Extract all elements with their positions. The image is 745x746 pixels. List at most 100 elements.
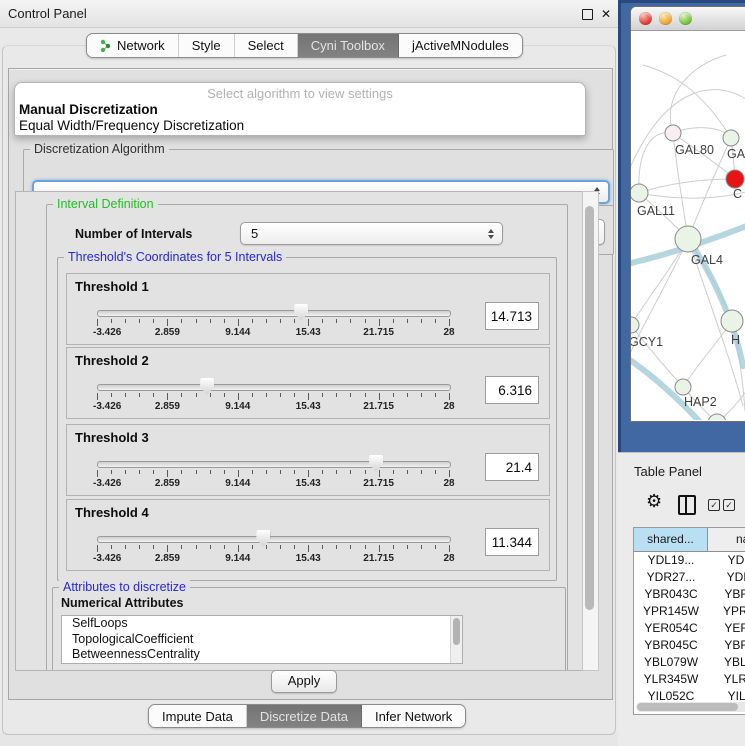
network-edge[interactable] [639,133,673,193]
network-edge[interactable] [643,65,731,138]
table-cell[interactable]: YBR043C [634,586,708,603]
table-row[interactable]: YDR27...YDR27... [634,569,745,586]
tab-infer-network[interactable]: Infer Network [362,705,465,727]
column-header-name[interactable]: name [708,528,745,551]
table-cell[interactable]: YDL19... [634,552,708,569]
numerical-attributes-list[interactable]: SelfLoopsTopologicalCoefficientBetweenne… [61,615,463,664]
network-canvas[interactable]: GAL80GACGAL11GAL4GCY1HHAP2 [631,31,745,420]
threshold-2-slider[interactable] [97,384,451,391]
tab-select[interactable]: Select [235,34,298,57]
table-cell[interactable]: YBL079W [708,654,745,671]
threshold-1-slider[interactable] [97,310,451,317]
checkbox-icon[interactable]: ✓ [708,499,720,511]
network-edge[interactable] [639,191,745,198]
threshold-2-panel: Threshold 2 -3.4262.8599.14415.4321.7152… [66,347,550,419]
algorithm-option[interactable]: Equal Width/Frequency Discretization [15,118,585,134]
table-row[interactable]: YER054CYER054C [634,620,745,637]
number-of-intervals-combobox[interactable]: 5 [240,222,503,245]
threshold-4-slider[interactable] [97,536,451,543]
tab-network[interactable]: Network [87,34,179,57]
table-row[interactable]: YPR145WYPR145W [634,603,745,620]
tick-label: 21.715 [363,401,394,412]
threshold-4-value-field[interactable]: 11.344 [485,528,539,556]
network-edge[interactable] [670,55,726,133]
close-icon[interactable]: ✕ [600,8,612,20]
list-scrollbar[interactable] [450,616,462,663]
table-cell[interactable]: YPR145W [634,603,708,620]
checkbox-icon[interactable]: ✓ [723,499,735,511]
thresholds-group: Threshold's Coordinates for 5 Intervals … [57,257,557,581]
tab-discretize-data[interactable]: Discretize Data [247,705,362,727]
tick-label: 21.715 [363,327,394,338]
threshold-3-value-field[interactable]: 21.4 [485,453,539,481]
table-cell[interactable]: YDR27... [708,569,745,586]
attributes-group-title: Attributes to discretize [59,580,190,595]
network-node[interactable] [721,310,743,332]
threshold-2-value-field[interactable]: 6.316 [485,376,539,404]
network-view-window[interactable]: GAL80GACGAL11GAL4GCY1HHAP2 [630,6,745,422]
table-row[interactable]: YBL079WYBL079W [634,654,745,671]
network-node[interactable] [726,170,744,188]
network-node[interactable] [675,226,701,252]
network-window-titlebar[interactable] [631,7,745,31]
scrollbar-thumb[interactable] [585,206,594,610]
network-graph[interactable]: GAL80GACGAL11GAL4GCY1HHAP2 [631,31,745,420]
gear-icon[interactable]: ⚙ [646,491,662,511]
table-panel: Table Panel ⚙ ✓ ✓ shared... name YDL19..… [618,452,745,746]
network-edge[interactable] [683,321,732,387]
attribute-list-item[interactable]: BetweennessCentrality [62,647,462,663]
slider-ticks [97,319,449,327]
network-edge[interactable] [673,128,731,138]
table-cell[interactable]: YDR27... [634,569,708,586]
network-node[interactable] [708,414,726,420]
network-node[interactable] [665,125,681,141]
threshold-1-value-field[interactable]: 14.713 [485,302,539,330]
table-row[interactable]: YLR345WYLR345W [634,671,745,688]
network-edge[interactable] [639,179,735,193]
table-row[interactable]: YBR043CYBR043C [634,586,745,603]
table-cell[interactable]: YPR145W [708,603,745,620]
tab-jactivemnodules[interactable]: jActiveMNodules [399,34,522,57]
interval-definition-title: Interval Definition [53,197,158,212]
scrollbar-thumb[interactable] [637,703,738,711]
slider-ticks [97,393,449,401]
table-cell[interactable]: YBR045C [634,637,708,654]
attribute-list-item[interactable]: SelfLoops [62,616,462,632]
column-header-shared-name[interactable]: shared... [634,528,708,551]
table-cell[interactable]: YDL19... [708,552,745,569]
tick-label: 15.43 [296,401,321,412]
main-scrollbar[interactable] [582,191,599,671]
network-node[interactable] [675,379,691,395]
table-cell[interactable]: YBL079W [634,654,708,671]
float-window-icon[interactable] [582,9,593,20]
tab-style[interactable]: Style [179,34,235,57]
mac-close-button[interactable] [639,12,652,25]
algorithm-option[interactable]: Manual Discretization [15,102,585,118]
columns-icon[interactable] [678,495,696,515]
table-cell[interactable]: YBR045C [708,637,745,654]
table-cell[interactable]: YLR345W [634,671,708,688]
slider-tick-labels: -3.4262.8599.14415.4321.71528 [97,478,449,489]
tab-select-label: Select [248,38,284,53]
table-row[interactable]: YDL19...YDL19... [634,552,745,569]
attribute-list-item[interactable]: TopologicalCoefficient [62,632,462,648]
table-cell[interactable]: YBR043C [708,586,745,603]
mac-minimize-button[interactable] [659,12,672,25]
network-node[interactable] [723,130,739,146]
network-node-label: HAP2 [684,395,717,409]
tab-impute-data[interactable]: Impute Data [149,705,247,727]
tick-label: 15.43 [296,478,321,489]
tab-cyni-toolbox[interactable]: Cyni Toolbox [298,34,399,57]
scrollbar-thumb[interactable] [453,618,460,645]
mac-zoom-button[interactable] [679,12,692,25]
network-node[interactable] [631,317,639,333]
table-cell[interactable]: YLR345W [708,671,745,688]
table-horizontal-scrollbar[interactable] [636,702,745,712]
table-cell[interactable]: YER054C [708,620,745,637]
tick-label: 28 [443,327,454,338]
threshold-3-slider[interactable] [97,461,451,468]
table-row[interactable]: YBR045CYBR045C [634,637,745,654]
network-node[interactable] [631,184,648,202]
apply-button[interactable]: Apply [271,670,337,693]
table-cell[interactable]: YER054C [634,620,708,637]
